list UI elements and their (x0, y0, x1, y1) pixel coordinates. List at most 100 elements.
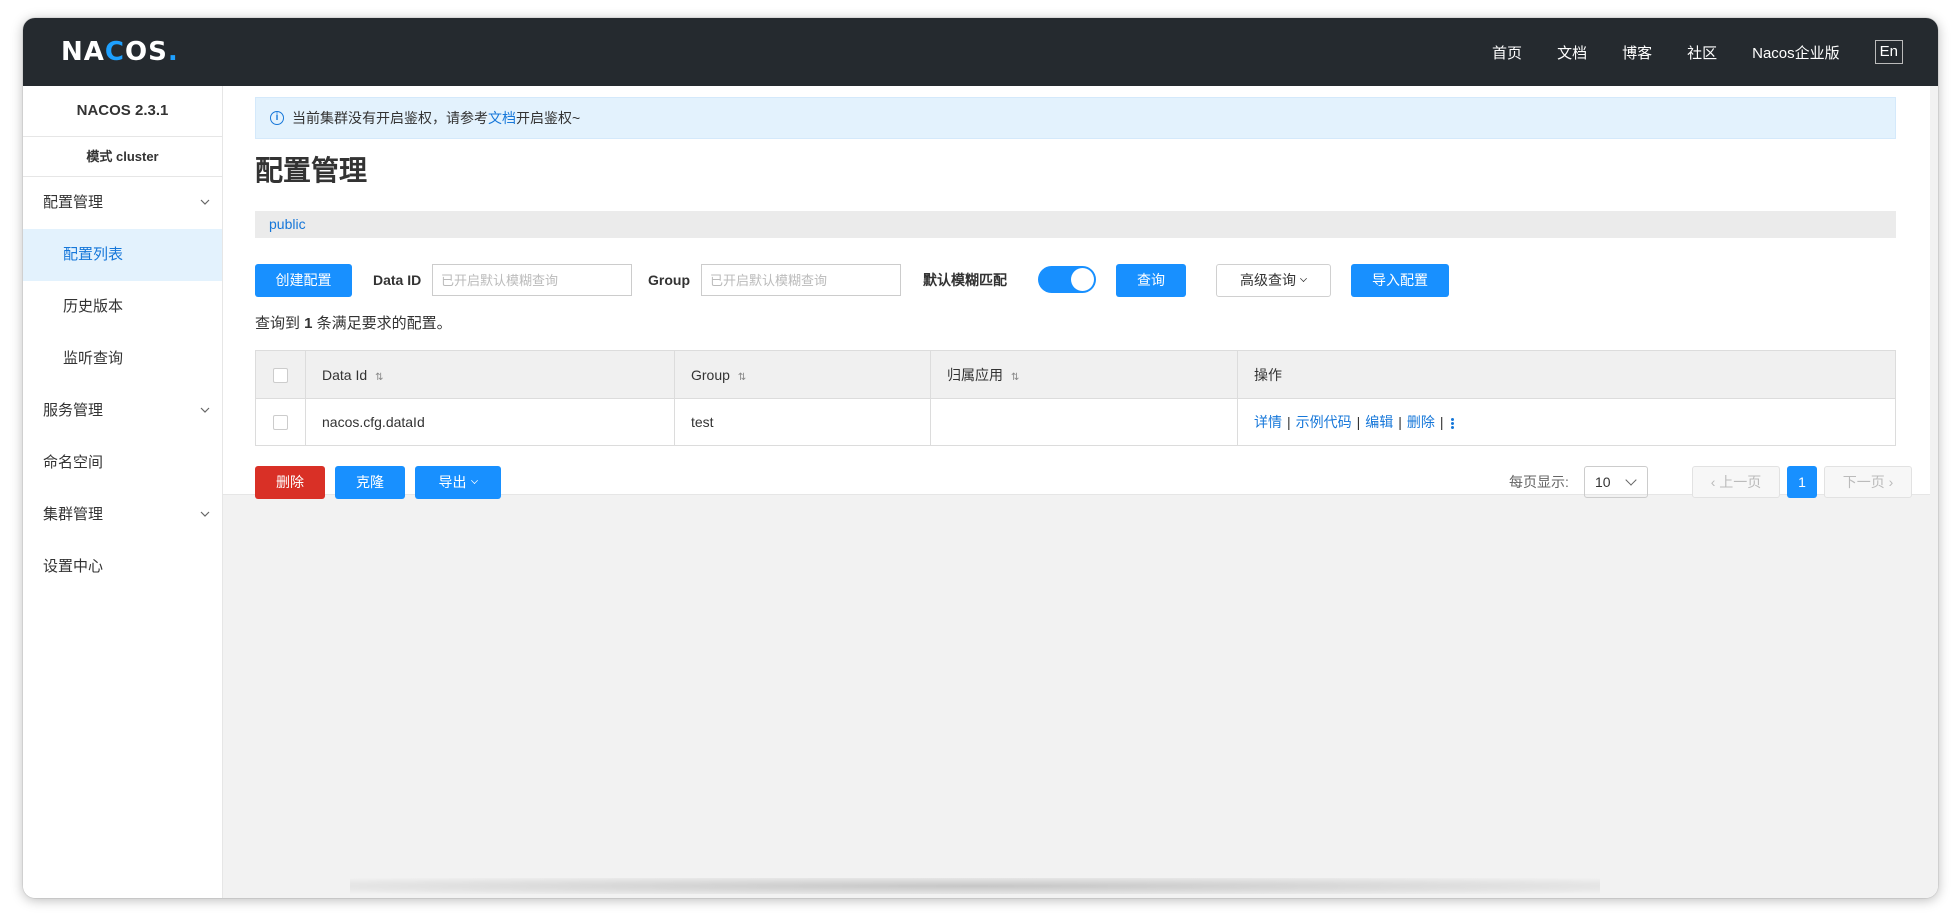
language-switch-button[interactable]: En (1874, 40, 1903, 64)
next-page-button[interactable]: 下一页 › (1824, 466, 1912, 498)
nav-home[interactable]: 首页 (1492, 42, 1522, 63)
clone-button[interactable]: 克隆 (335, 466, 405, 499)
cell-app (930, 398, 1238, 446)
fuzzy-match-label: 默认模糊匹配 (923, 272, 1007, 288)
sidebar-item-label: 命名空间 (43, 454, 104, 471)
divider: | (1287, 414, 1291, 430)
nav-docs[interactable]: 文档 (1557, 42, 1587, 63)
detail-link[interactable]: 详情 (1254, 414, 1282, 430)
info-icon: i (270, 111, 284, 125)
advanced-query-label: 高级查询 (1240, 272, 1296, 288)
sidebar-item-history[interactable]: 历史版本 (23, 281, 222, 333)
sample-code-link[interactable]: 示例代码 (1296, 414, 1352, 430)
fuzzy-match-toggle[interactable] (1038, 266, 1096, 293)
notice-docs-link[interactable]: 文档 (488, 108, 516, 128)
window-shadow (350, 878, 1600, 894)
row-checkbox[interactable] (273, 415, 288, 431)
chevron-down-icon (200, 511, 210, 517)
top-navbar: NACOS. 首页 文档 博客 社区 Nacos企业版 En (23, 18, 1938, 86)
top-nav: 首页 文档 博客 社区 Nacos企业版 En (1492, 18, 1938, 86)
chevron-down-icon (470, 477, 478, 484)
per-page-label: 每页显示: (1509, 474, 1569, 490)
divider: | (1439, 414, 1444, 430)
sidebar-item-label: 设置中心 (43, 558, 104, 575)
sidebar-item-label: 配置管理 (43, 194, 104, 211)
nav-blog[interactable]: 博客 (1622, 42, 1652, 63)
sort-icon[interactable]: ⇅ (375, 372, 383, 383)
group-search-input[interactable] (701, 264, 901, 296)
select-all-cell (255, 350, 306, 399)
notice-text: 当前集群没有开启鉴权，请参考 (292, 110, 488, 126)
divider: | (1398, 414, 1402, 430)
col-header-label: Data Id (322, 366, 368, 383)
prev-page-button[interactable]: ‹ 上一页 (1692, 466, 1780, 498)
col-header-dataid[interactable]: Data Id ⇅ (305, 350, 675, 399)
config-table: Data Id ⇅ Group ⇅ 归属应用 ⇅ 操作 nacos.cfg.dataI… (255, 350, 1896, 446)
sidebar-item-namespace[interactable]: 命名空间 (23, 437, 222, 489)
chevron-down-icon (200, 199, 210, 205)
namespace-bar: public (255, 211, 1896, 238)
sidebar-item-settings[interactable]: 设置中心 (23, 541, 222, 593)
sidebar-item-listener-query[interactable]: 监听查询 (23, 333, 222, 385)
sidebar-item-label: 服务管理 (43, 402, 104, 419)
per-page-select[interactable]: 10 (1584, 466, 1648, 498)
divider: | (1356, 414, 1361, 430)
auth-notice: i 当前集群没有开启鉴权，请参考 文档 开启鉴权~ (255, 97, 1896, 139)
chevron-down-icon (1300, 275, 1307, 282)
sidebar-item-label: 集群管理 (43, 506, 104, 523)
export-button[interactable]: 导出 (415, 466, 501, 499)
next-page-label: 下一页 (1842, 474, 1885, 490)
create-config-button[interactable]: 创建配置 (255, 264, 352, 297)
chevron-right-icon: › (1884, 474, 1894, 490)
chevron-left-icon: ‹ (1710, 474, 1720, 490)
advanced-query-button[interactable]: 高级查询 (1216, 264, 1331, 297)
sort-icon[interactable]: ⇅ (738, 372, 746, 383)
import-config-button[interactable]: 导入配置 (1351, 264, 1449, 297)
row-select-cell (255, 398, 306, 446)
mode-label: 模式 cluster (23, 137, 222, 177)
version-label: NACOS 2.3.1 (23, 86, 222, 137)
col-header-ops: 操作 (1237, 350, 1896, 399)
col-header-app[interactable]: 归属应用 ⇅ (930, 350, 1238, 399)
cell-ops: 详情 | 示例代码 | 编辑 | 删除 | (1237, 398, 1896, 446)
col-header-label: 操作 (1254, 366, 1282, 383)
browser-window: NACOS. 首页 文档 博客 社区 Nacos企业版 En NACOS 2.3… (23, 18, 1938, 898)
sidebar-item-label: 历史版本 (63, 298, 124, 315)
group-label: Group (648, 272, 690, 288)
table-row: nacos.cfg.dataId test 详情 | 示例代码 | 编辑 | 删除 | (255, 398, 1896, 446)
page-1-button[interactable]: 1 (1787, 466, 1817, 498)
sidebar-item-config-management[interactable]: 配置管理 (23, 177, 222, 229)
more-vertical-icon[interactable] (1450, 417, 1455, 430)
result-count: 1 (304, 315, 313, 332)
nacos-logo[interactable]: NACOS. (61, 37, 179, 67)
page-title: 配置管理 (255, 155, 368, 186)
chevron-down-icon (200, 407, 210, 413)
cell-dataid: nacos.cfg.dataId (305, 398, 675, 446)
sidebar-item-config-list[interactable]: 配置列表 (23, 229, 222, 281)
dataid-search-input[interactable] (432, 264, 632, 296)
chevron-down-icon (1625, 474, 1637, 486)
sidebar-item-service-management[interactable]: 服务管理 (23, 385, 222, 437)
export-label: 导出 (438, 474, 467, 490)
namespace-public-link[interactable]: public (269, 216, 306, 232)
prev-page-label: 上一页 (1719, 474, 1762, 490)
col-header-label: Group (691, 366, 730, 383)
cell-group: test (674, 398, 931, 446)
result-suffix: 条满足要求的配置。 (312, 315, 452, 332)
select-all-checkbox[interactable] (273, 367, 288, 383)
result-summary: 查询到 1 条满足要求的配置。 (255, 312, 452, 333)
toggle-knob (1071, 268, 1094, 291)
query-button[interactable]: 查询 (1116, 264, 1186, 297)
sidebar-item-label: 监听查询 (63, 350, 124, 367)
nav-community[interactable]: 社区 (1687, 42, 1717, 63)
table-header-row: Data Id ⇅ Group ⇅ 归属应用 ⇅ 操作 (255, 350, 1896, 399)
batch-delete-button[interactable]: 删除 (255, 466, 325, 499)
edit-link[interactable]: 编辑 (1365, 414, 1393, 430)
sidebar-item-cluster-management[interactable]: 集群管理 (23, 489, 222, 541)
content-panel: i 当前集群没有开启鉴权，请参考 文档 开启鉴权~ 配置管理 public 创建配置… (223, 86, 1930, 499)
sort-icon[interactable]: ⇅ (1011, 372, 1019, 383)
col-header-group[interactable]: Group ⇅ (674, 350, 931, 399)
delete-link[interactable]: 删除 (1407, 414, 1435, 430)
nav-enterprise[interactable]: Nacos企业版 (1752, 42, 1840, 63)
per-page-value: 10 (1595, 474, 1611, 490)
